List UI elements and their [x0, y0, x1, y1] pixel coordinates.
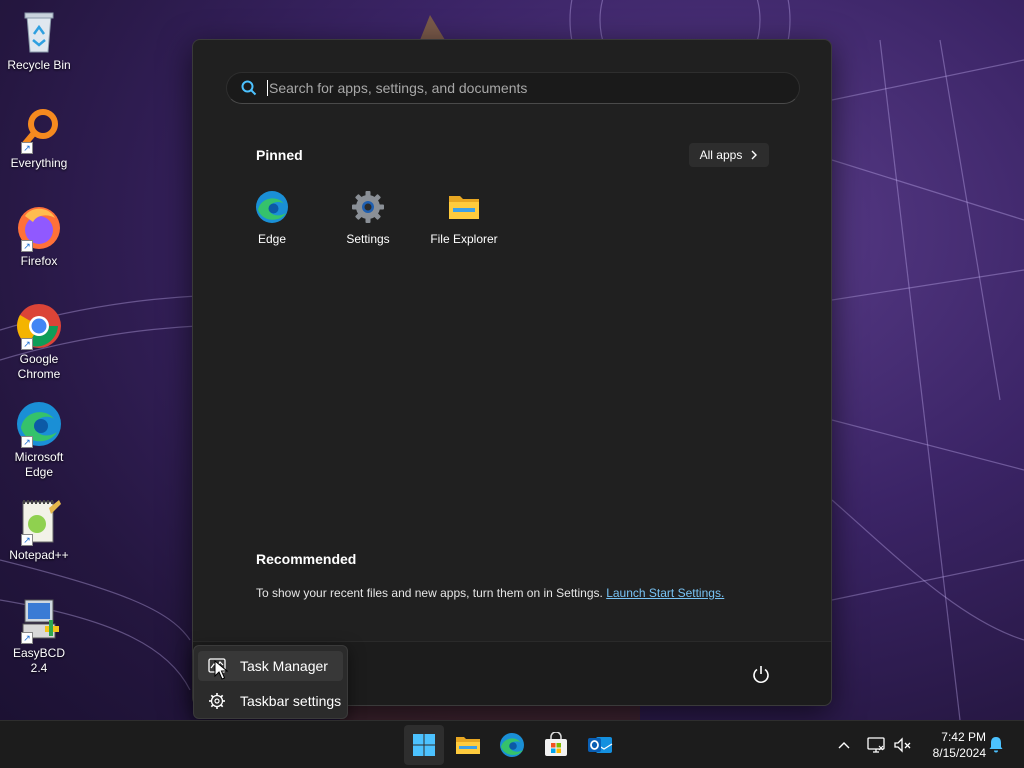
outlook-icon: [588, 737, 613, 753]
desktop-icon-label: Microsoft Edge: [14, 450, 64, 479]
recycle-bin-icon: [15, 8, 63, 56]
taskbar-file-explorer[interactable]: [448, 725, 488, 765]
chevron-up-icon[interactable]: [836, 737, 852, 753]
taskbar-context-menu: Task Manager Taskbar settings: [193, 645, 348, 719]
recommended-text: To show your recent files and new apps, …: [256, 586, 603, 600]
chrome-icon: ↗: [15, 302, 63, 350]
desktop-icon-easybcd[interactable]: ↗ EasyBCD 2.4: [4, 596, 74, 676]
desktop-icon-microsoft-edge[interactable]: ↗ Microsoft Edge: [4, 400, 74, 480]
edge-icon: [500, 733, 524, 757]
clock-time: 7:42 PM: [941, 730, 986, 744]
power-icon[interactable]: [751, 664, 771, 684]
everything-search-icon: ↗: [15, 106, 63, 154]
notification-bell-icon[interactable]: [987, 735, 1005, 753]
desktop-icon-label: Notepad++: [9, 548, 69, 562]
edge-icon: [255, 190, 289, 224]
start-menu: Pinned All apps Edge: [192, 39, 832, 706]
shortcut-arrow-icon: ↗: [21, 338, 33, 350]
start-search-box[interactable]: [226, 72, 800, 104]
pinned-app-settings[interactable]: Settings: [320, 190, 416, 246]
all-apps-button[interactable]: All apps: [689, 143, 769, 167]
desktop-icon-everything[interactable]: ↗ Everything: [4, 106, 74, 171]
firefox-icon: ↗: [15, 204, 63, 252]
shortcut-arrow-icon: ↗: [21, 632, 33, 644]
search-icon: [241, 80, 257, 96]
desktop-icon-label: EasyBCD 2.4: [12, 646, 65, 675]
menu-item-label: Taskbar settings: [240, 693, 342, 709]
pinned-app-edge[interactable]: Edge: [224, 190, 320, 246]
shortcut-arrow-icon: ↗: [21, 142, 33, 154]
chevron-right-icon: [751, 150, 758, 160]
gear-icon: [209, 693, 225, 709]
desktop-icon-label: Recycle Bin: [7, 58, 71, 72]
taskbar-outlook[interactable]: [580, 725, 620, 765]
launch-start-settings-link[interactable]: Launch Start Settings.: [606, 586, 724, 600]
settings-gear-icon: [351, 190, 385, 224]
easybcd-icon: ↗: [15, 596, 63, 644]
text-caret: [267, 80, 268, 96]
pinned-app-label: Settings: [346, 232, 390, 246]
recommended-message: To show your recent files and new apps, …: [256, 586, 724, 600]
taskbar-clock[interactable]: 7:42 PM 8/15/2024: [916, 729, 986, 761]
desktop-icon-label: Google Chrome: [17, 352, 61, 381]
volume-muted-icon[interactable]: [892, 735, 912, 755]
shortcut-arrow-icon: ↗: [21, 240, 33, 252]
notepad-plus-plus-icon: ↗: [15, 498, 63, 546]
folder-icon: [447, 190, 481, 224]
pinned-app-file-explorer[interactable]: File Explorer: [416, 190, 512, 246]
pinned-app-label: Edge: [257, 232, 287, 246]
edge-icon: ↗: [15, 400, 63, 448]
taskbar-edge[interactable]: [492, 725, 532, 765]
desktop-icon-label: Everything: [10, 156, 68, 170]
desktop-icon-notepad-plus-plus[interactable]: ↗ Notepad++: [4, 498, 74, 563]
desktop-icon-recycle-bin[interactable]: Recycle Bin: [4, 8, 74, 73]
shortcut-arrow-icon: ↗: [21, 436, 33, 448]
network-icon[interactable]: [866, 735, 886, 755]
shortcut-arrow-icon: ↗: [21, 534, 33, 546]
recommended-heading: Recommended: [256, 551, 357, 567]
clock-date: 8/15/2024: [932, 746, 986, 760]
taskbar: 7:42 PM 8/15/2024: [0, 720, 1024, 768]
menu-item-taskbar-settings[interactable]: Taskbar settings: [198, 686, 343, 716]
pinned-app-label: File Explorer: [430, 232, 498, 246]
menu-item-label: Task Manager: [240, 658, 328, 674]
taskbar-microsoft-store[interactable]: [536, 725, 576, 765]
desktop-icon-label: Firefox: [20, 254, 58, 268]
start-button[interactable]: [404, 725, 444, 765]
mouse-cursor-icon: [214, 660, 228, 680]
microsoft-store-icon: [545, 732, 567, 756]
all-apps-label: All apps: [699, 148, 743, 162]
desktop-icon-google-chrome[interactable]: ↗ Google Chrome: [4, 302, 74, 382]
start-icon: [413, 734, 435, 756]
search-input[interactable]: [269, 80, 769, 96]
file-explorer-icon: [456, 737, 480, 754]
desktop-icon-firefox[interactable]: ↗ Firefox: [4, 204, 74, 269]
pinned-heading: Pinned: [256, 147, 303, 163]
